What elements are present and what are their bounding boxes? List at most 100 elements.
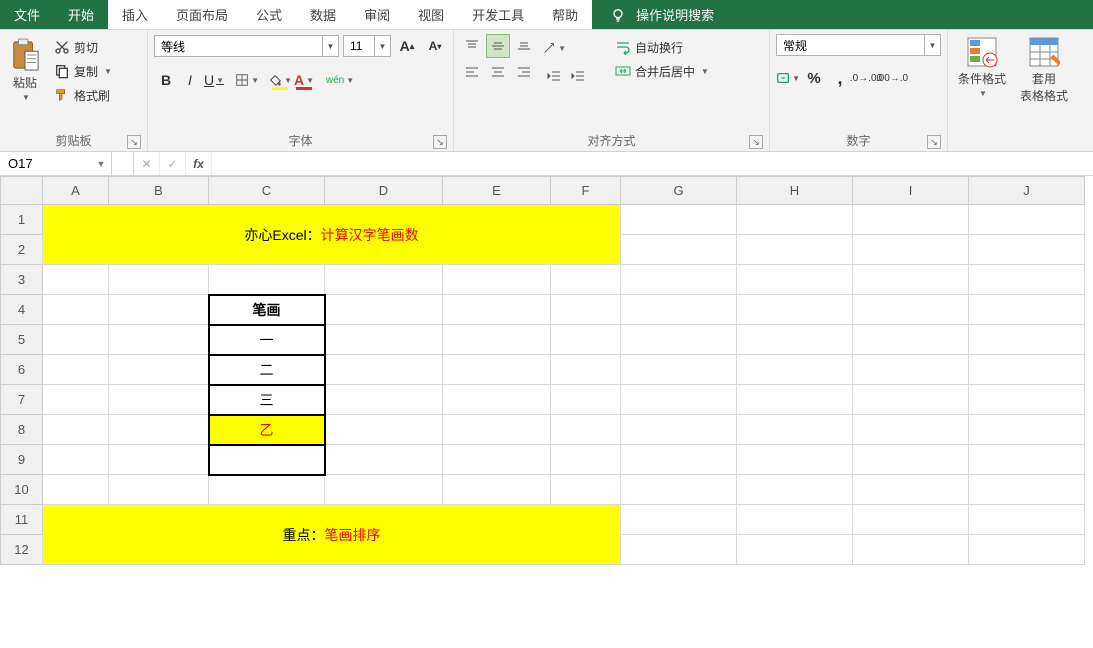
col-header[interactable]: E — [443, 177, 551, 205]
cell[interactable] — [325, 475, 443, 505]
conditional-formatting-button[interactable]: 条件格式▼ — [954, 34, 1010, 100]
cell[interactable] — [43, 445, 109, 475]
cell[interactable] — [43, 385, 109, 415]
tell-me-bar[interactable]: 操作说明搜索 — [592, 0, 1093, 29]
chevron-down-icon[interactable]: ▼ — [924, 35, 940, 55]
cell[interactable] — [43, 325, 109, 355]
cell[interactable] — [43, 475, 109, 505]
number-launcher[interactable]: ↘ — [927, 135, 941, 149]
cell-C6[interactable]: 二 — [209, 355, 325, 385]
cell[interactable] — [621, 445, 737, 475]
cell[interactable] — [621, 205, 737, 235]
fill-color-button[interactable]: ▼ — [268, 68, 292, 92]
cell[interactable] — [443, 445, 551, 475]
cell[interactable] — [737, 325, 853, 355]
cell[interactable] — [621, 505, 737, 535]
col-header[interactable]: B — [109, 177, 209, 205]
col-header[interactable]: C — [209, 177, 325, 205]
cell[interactable] — [737, 205, 853, 235]
cell[interactable] — [969, 415, 1085, 445]
cell[interactable] — [621, 355, 737, 385]
cell[interactable] — [853, 385, 969, 415]
row-header[interactable]: 7 — [1, 385, 43, 415]
wrap-text-button[interactable]: 自动换行 — [611, 36, 713, 58]
align-top[interactable] — [460, 34, 484, 58]
tab-review[interactable]: 审阅 — [350, 0, 404, 29]
cell[interactable] — [737, 445, 853, 475]
cell[interactable] — [853, 355, 969, 385]
col-header[interactable]: H — [737, 177, 853, 205]
cell-C9[interactable] — [209, 445, 325, 475]
cell[interactable] — [443, 475, 551, 505]
cell[interactable] — [325, 385, 443, 415]
cell[interactable] — [443, 325, 551, 355]
row-header[interactable]: 3 — [1, 265, 43, 295]
cell[interactable] — [551, 445, 621, 475]
cell[interactable] — [209, 265, 325, 295]
number-format-input[interactable] — [777, 35, 940, 55]
cell[interactable] — [551, 325, 621, 355]
decrease-font-button[interactable]: A▾ — [423, 34, 447, 58]
tab-home[interactable]: 开始 — [54, 0, 108, 29]
cell[interactable] — [737, 415, 853, 445]
font-size-combo[interactable]: ▼ — [343, 35, 391, 57]
chevron-down-icon[interactable]: ▼ — [93, 152, 109, 175]
col-header[interactable]: G — [621, 177, 737, 205]
bold-button[interactable]: B — [154, 68, 178, 92]
align-middle[interactable] — [486, 34, 510, 58]
cell[interactable] — [737, 535, 853, 565]
percent-button[interactable]: % — [802, 66, 826, 90]
cell[interactable] — [43, 415, 109, 445]
cell[interactable] — [737, 235, 853, 265]
cell[interactable] — [325, 355, 443, 385]
paste-button[interactable]: 粘贴 ▼ — [6, 34, 44, 104]
phonetic-button[interactable]: wén▼ — [325, 68, 355, 92]
cell[interactable] — [853, 445, 969, 475]
cell[interactable] — [853, 235, 969, 265]
formula-input[interactable] — [212, 152, 1093, 175]
cell[interactable] — [853, 325, 969, 355]
chevron-down-icon[interactable]: ▼ — [322, 36, 338, 56]
tab-data[interactable]: 数据 — [296, 0, 350, 29]
cell[interactable] — [551, 355, 621, 385]
cell[interactable] — [551, 475, 621, 505]
cell[interactable] — [737, 355, 853, 385]
col-header[interactable]: D — [325, 177, 443, 205]
tab-help[interactable]: 帮助 — [538, 0, 592, 29]
cell[interactable] — [621, 415, 737, 445]
cell[interactable] — [621, 385, 737, 415]
cell[interactable] — [737, 505, 853, 535]
cell[interactable] — [209, 475, 325, 505]
increase-font-button[interactable]: A▴ — [395, 34, 419, 58]
copy-button[interactable]: 复制▼ — [50, 60, 116, 82]
cell-C5[interactable]: 一 — [209, 325, 325, 355]
cell[interactable] — [43, 265, 109, 295]
cell[interactable] — [969, 385, 1085, 415]
row-header[interactable]: 9 — [1, 445, 43, 475]
col-header[interactable]: J — [969, 177, 1085, 205]
format-painter-button[interactable]: 格式刷 — [50, 84, 116, 106]
cell[interactable] — [443, 415, 551, 445]
row-header[interactable]: 6 — [1, 355, 43, 385]
increase-decimal[interactable]: .0→.00 — [854, 66, 878, 90]
cell[interactable] — [325, 265, 443, 295]
cell[interactable] — [853, 475, 969, 505]
cell[interactable] — [443, 295, 551, 325]
cell[interactable] — [969, 505, 1085, 535]
cell[interactable] — [109, 355, 209, 385]
cell[interactable] — [551, 415, 621, 445]
decrease-indent[interactable] — [542, 64, 566, 88]
cell[interactable] — [325, 325, 443, 355]
cell[interactable] — [443, 385, 551, 415]
cell-banner-2[interactable]: 重点：笔画排序 — [43, 505, 621, 565]
cell[interactable] — [109, 445, 209, 475]
comma-button[interactable]: , — [828, 66, 852, 90]
cell[interactable] — [325, 415, 443, 445]
cell[interactable] — [969, 355, 1085, 385]
tab-file[interactable]: 文件 — [0, 0, 54, 29]
underline-button[interactable]: U▼ — [202, 68, 226, 92]
cell-C7[interactable]: 三 — [209, 385, 325, 415]
increase-indent[interactable] — [566, 64, 590, 88]
tab-page-layout[interactable]: 页面布局 — [162, 0, 242, 29]
cell[interactable] — [737, 475, 853, 505]
